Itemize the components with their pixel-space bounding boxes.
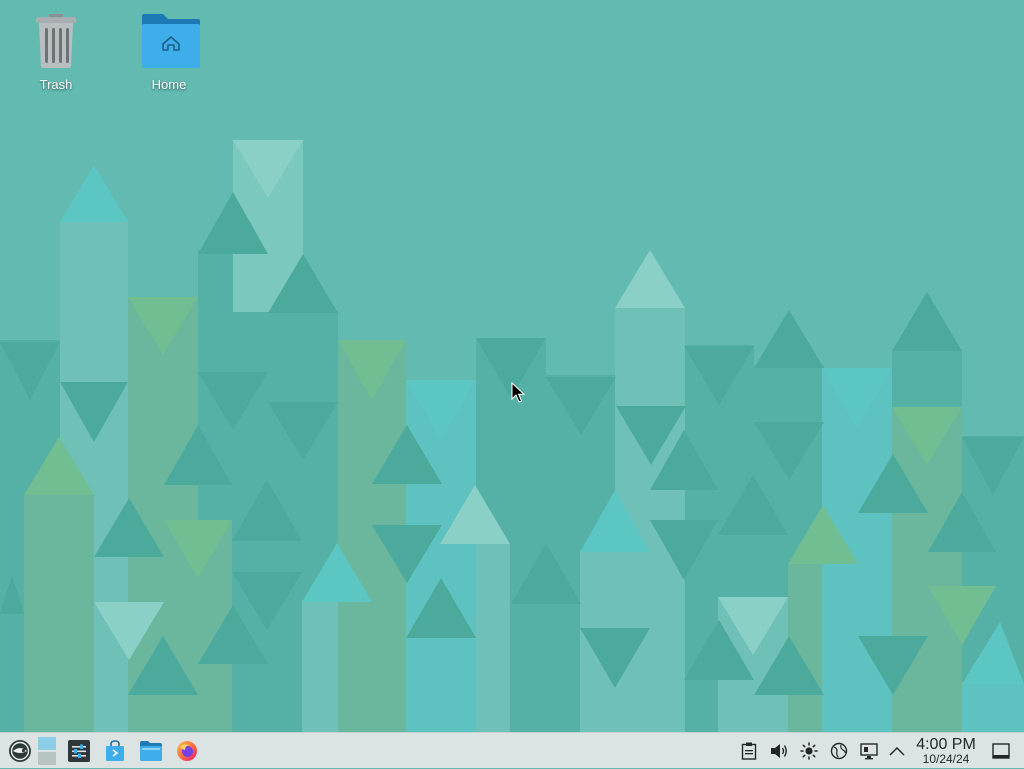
discover-launcher[interactable] xyxy=(102,733,128,769)
mouse-cursor xyxy=(511,382,525,403)
desktop-icon-home[interactable]: Home xyxy=(124,12,214,92)
trash-icon xyxy=(28,12,84,70)
chevron-up-icon xyxy=(889,746,905,756)
pager-icon xyxy=(38,737,56,765)
opensuse-gecko-icon xyxy=(9,740,31,762)
desktop-icon-label: Trash xyxy=(39,77,73,92)
brightness-icon xyxy=(800,742,818,760)
virtual-desktop-pager[interactable] xyxy=(36,733,58,769)
firefox-launcher[interactable] xyxy=(174,733,200,769)
globe-icon xyxy=(830,742,848,760)
settings-sliders-icon xyxy=(68,740,90,762)
shopping-bag-icon xyxy=(106,740,124,761)
network-tray-button[interactable] xyxy=(828,740,850,762)
desktop-wallpaper xyxy=(0,0,1024,732)
clock-time: 4:00 PM xyxy=(916,736,976,753)
desktop-icon-trash[interactable]: Trash xyxy=(11,12,101,92)
desktop-icon-label: Home xyxy=(151,77,187,92)
home-folder-icon xyxy=(141,12,200,70)
clipboard-icon xyxy=(741,742,757,760)
show-hidden-icons-button[interactable] xyxy=(886,740,908,762)
digital-clock[interactable]: 4:00 PM 10/24/24 xyxy=(910,736,982,766)
application-launcher-button[interactable] xyxy=(6,733,34,769)
volume-tray-button[interactable] xyxy=(768,740,790,762)
taskbar-panel: 4:00 PM 10/24/24 xyxy=(0,732,1024,768)
clipboard-tray-button[interactable] xyxy=(738,740,760,762)
firefox-icon xyxy=(177,741,197,761)
show-desktop-button[interactable] xyxy=(990,740,1012,762)
monitor-icon xyxy=(860,743,878,760)
display-tray-button[interactable] xyxy=(858,740,880,762)
show-desktop-icon xyxy=(992,743,1010,759)
dolphin-launcher[interactable] xyxy=(137,733,165,769)
brightness-tray-button[interactable] xyxy=(798,740,820,762)
speaker-icon xyxy=(771,744,787,758)
folder-icon xyxy=(140,741,162,761)
clock-date: 10/24/24 xyxy=(922,752,970,766)
system-settings-launcher[interactable] xyxy=(66,733,92,769)
